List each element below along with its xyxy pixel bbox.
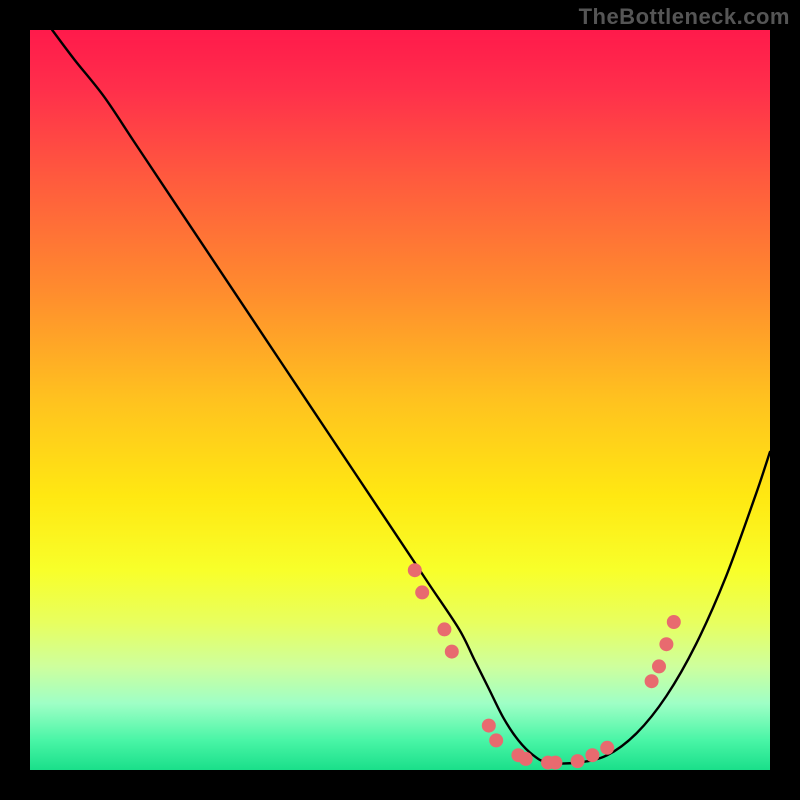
highlight-dot xyxy=(652,659,666,673)
highlight-dot xyxy=(437,622,451,636)
highlight-dot xyxy=(571,754,585,768)
chart-frame: TheBottleneck.com xyxy=(0,0,800,800)
highlight-dot xyxy=(645,674,659,688)
highlight-dot xyxy=(585,748,599,762)
highlight-dot xyxy=(415,585,429,599)
watermark-text: TheBottleneck.com xyxy=(579,4,790,30)
highlight-dot xyxy=(667,615,681,629)
highlight-dot xyxy=(408,563,422,577)
highlight-dot xyxy=(600,741,614,755)
highlight-dot xyxy=(482,719,496,733)
highlight-dot xyxy=(659,637,673,651)
highlight-dot xyxy=(519,752,533,766)
highlight-dot xyxy=(445,645,459,659)
highlight-dot xyxy=(548,756,562,770)
plot-background xyxy=(30,30,770,770)
bottleneck-chart xyxy=(0,0,800,800)
highlight-dot xyxy=(489,733,503,747)
